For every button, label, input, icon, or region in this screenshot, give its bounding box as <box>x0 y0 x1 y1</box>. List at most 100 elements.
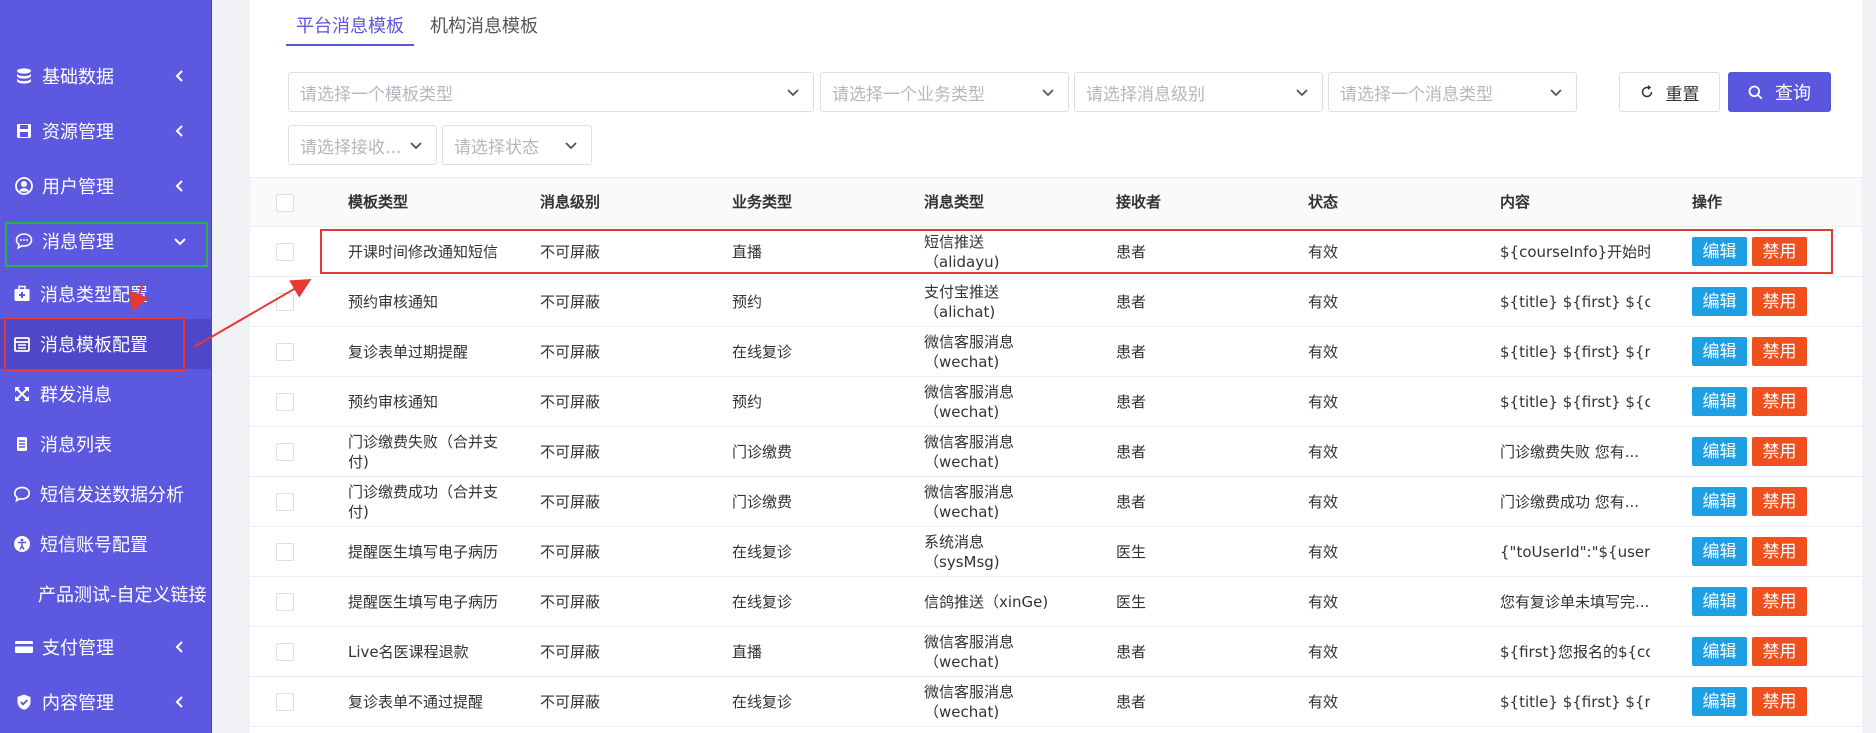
row-checkbox[interactable] <box>276 443 294 461</box>
select-placeholder: 请选择状态 <box>454 137 539 158</box>
sidebar-subitem-product-test-link[interactable]: 产品测试-自定义链接 <box>0 569 212 619</box>
chevron-left-icon <box>170 121 190 141</box>
edit-button[interactable]: 编辑 <box>1692 337 1747 366</box>
sidebar-subitem-message-list[interactable]: 消息列表 <box>0 419 212 469</box>
template-type-select[interactable]: 请选择一个模板类型 <box>288 72 814 112</box>
sidebar-item-content[interactable]: 内容管理 <box>0 677 212 727</box>
sidebar-item-payment[interactable]: 支付管理 <box>0 622 212 672</box>
row-checkbox[interactable] <box>276 293 294 311</box>
disable-button[interactable]: 禁用 <box>1752 287 1807 316</box>
message-type-select[interactable]: 请选择一个消息类型 <box>1328 72 1577 112</box>
edit-button[interactable]: 编辑 <box>1692 687 1747 716</box>
row-checkbox[interactable] <box>276 693 294 711</box>
message-level-cell: 不可屏蔽 <box>540 642 601 661</box>
message-level-cell: 不可屏蔽 <box>540 342 601 361</box>
actions-cell: 编辑 禁用 <box>1692 677 1862 726</box>
message-type-cell: 短信推送（alidayu) <box>924 232 1000 271</box>
reset-button[interactable]: 重置 <box>1619 72 1720 112</box>
disable-button[interactable]: 禁用 <box>1752 437 1807 466</box>
sidebar-subitem-group-message[interactable]: 群发消息 <box>0 369 212 419</box>
sidebar-item-basic-data[interactable]: 基础数据 <box>0 51 212 101</box>
table-row: 预约审核通知 不可屏蔽 预约 支付宝推送（alichat) 患者 有效 ${title} $… <box>250 277 1862 327</box>
sidebar-subitem-message-type-config[interactable]: 消息类型配置 <box>0 269 212 319</box>
chevron-left-icon <box>170 692 190 712</box>
status-cell: 有效 <box>1308 542 1339 561</box>
chevron-left-icon <box>170 637 190 657</box>
tab-institution-templates[interactable]: 机构消息模板 <box>420 0 548 46</box>
reset-label: 重置 <box>1665 84 1700 105</box>
sidebar-subitem-label: 短信账号配置 <box>40 535 148 556</box>
receiver-cell: 患者 <box>1116 342 1147 361</box>
disable-button[interactable]: 禁用 <box>1752 487 1807 516</box>
row-checkbox[interactable] <box>276 543 294 561</box>
refresh-icon <box>1640 85 1654 99</box>
disable-button[interactable]: 禁用 <box>1752 687 1807 716</box>
business-type-cell: 在线复诊 <box>732 342 793 361</box>
status-cell: 有效 <box>1308 592 1339 611</box>
status-select[interactable]: 请选择状态 <box>442 125 592 165</box>
message-level-cell: 不可屏蔽 <box>540 692 601 711</box>
select-all-checkbox[interactable] <box>276 194 294 212</box>
receiver-cell: 医生 <box>1116 592 1147 611</box>
status-cell: 有效 <box>1308 242 1339 261</box>
select-placeholder: 请选择一个消息类型 <box>1340 84 1493 105</box>
sidebar-item-resources[interactable]: 资源管理 <box>0 106 212 156</box>
status-cell: 有效 <box>1308 442 1339 461</box>
content-cell: ${title} ${first} ${rem... <box>1500 692 1650 711</box>
edit-button[interactable]: 编辑 <box>1692 287 1747 316</box>
status-cell: 有效 <box>1308 642 1339 661</box>
receiver-cell: 患者 <box>1116 242 1147 261</box>
row-checkbox[interactable] <box>276 493 294 511</box>
row-checkbox[interactable] <box>276 243 294 261</box>
row-checkbox[interactable] <box>276 643 294 661</box>
business-type-cell: 门诊缴费 <box>732 492 793 511</box>
sidebar-item-users[interactable]: 用户管理 <box>0 161 212 211</box>
sidebar: 基础数据 资源管理 用户管理 消息管理 消息类型配置 消息模板配置 群发消息 消… <box>0 0 212 733</box>
edit-button[interactable]: 编辑 <box>1692 237 1747 266</box>
table-header: 模板类型 消息级别 业务类型 消息类型 接收者 状态 内容 操作 <box>250 177 1862 227</box>
edit-button[interactable]: 编辑 <box>1692 487 1747 516</box>
disable-button[interactable]: 禁用 <box>1752 387 1807 416</box>
actions-cell: 编辑 禁用 <box>1692 627 1862 676</box>
edit-button[interactable]: 编辑 <box>1692 587 1747 616</box>
sidebar-subitem-sms-analysis[interactable]: 短信发送数据分析 <box>0 469 212 519</box>
template-tabs: 平台消息模板 机构消息模板 <box>286 0 554 46</box>
main-area: 平台消息模板 机构消息模板 请选择一个模板类型 请选择一个业务类型 请选择消息级… <box>212 0 1876 733</box>
message-type-cell: 微信客服消息（wechat) <box>924 682 1015 721</box>
sidebar-subitem-sms-account[interactable]: 短信账号配置 <box>0 519 212 569</box>
receiver-select[interactable]: 请选择接收... <box>288 125 437 165</box>
edit-button[interactable]: 编辑 <box>1692 387 1747 416</box>
status-cell: 有效 <box>1308 692 1339 711</box>
disable-button[interactable]: 禁用 <box>1752 537 1807 566</box>
disable-button[interactable]: 禁用 <box>1752 637 1807 666</box>
edit-button[interactable]: 编辑 <box>1692 637 1747 666</box>
row-checkbox[interactable] <box>276 343 294 361</box>
tab-platform-templates[interactable]: 平台消息模板 <box>286 0 414 46</box>
business-type-cell: 门诊缴费 <box>732 442 793 461</box>
sidebar-item-label: 内容管理 <box>42 693 114 714</box>
sidebar-subitem-message-template-config[interactable]: 消息模板配置 <box>0 319 212 369</box>
message-level-cell: 不可屏蔽 <box>540 292 601 311</box>
actions-cell: 编辑 禁用 <box>1692 577 1862 626</box>
sidebar-item-label: 基础数据 <box>42 67 114 88</box>
table-row: 门诊缴费失败（合并支付) 不可屏蔽 门诊缴费 微信客服消息（wechat) 患者 有效 门诊… <box>250 427 1862 477</box>
message-type-cell: 支付宝推送（alichat) <box>924 282 1000 321</box>
query-label: 查询 <box>1775 83 1811 104</box>
business-type-select[interactable]: 请选择一个业务类型 <box>820 72 1069 112</box>
message-level-select[interactable]: 请选择消息级别 <box>1074 72 1323 112</box>
row-checkbox[interactable] <box>276 593 294 611</box>
sidebar-subitem-label: 消息模板配置 <box>40 335 148 356</box>
sidebar-item-messages[interactable]: 消息管理 <box>0 216 212 266</box>
edit-button[interactable]: 编辑 <box>1692 437 1747 466</box>
expand-icon <box>12 384 32 404</box>
disable-button[interactable]: 禁用 <box>1752 237 1807 266</box>
disable-button[interactable]: 禁用 <box>1752 587 1807 616</box>
actions-cell: 编辑 禁用 <box>1692 377 1862 426</box>
query-button[interactable]: 查询 <box>1728 72 1831 112</box>
row-checkbox[interactable] <box>276 393 294 411</box>
disable-button[interactable]: 禁用 <box>1752 337 1807 366</box>
sidebar-subitem-label: 群发消息 <box>40 385 112 406</box>
table-row: 开课时间修改通知短信 不可屏蔽 直播 短信推送（alidayu) 患者 有效 ${cours… <box>250 227 1862 277</box>
template-table: 模板类型 消息级别 业务类型 消息类型 接收者 状态 内容 操作 开课时间修改通… <box>250 177 1862 727</box>
edit-button[interactable]: 编辑 <box>1692 537 1747 566</box>
